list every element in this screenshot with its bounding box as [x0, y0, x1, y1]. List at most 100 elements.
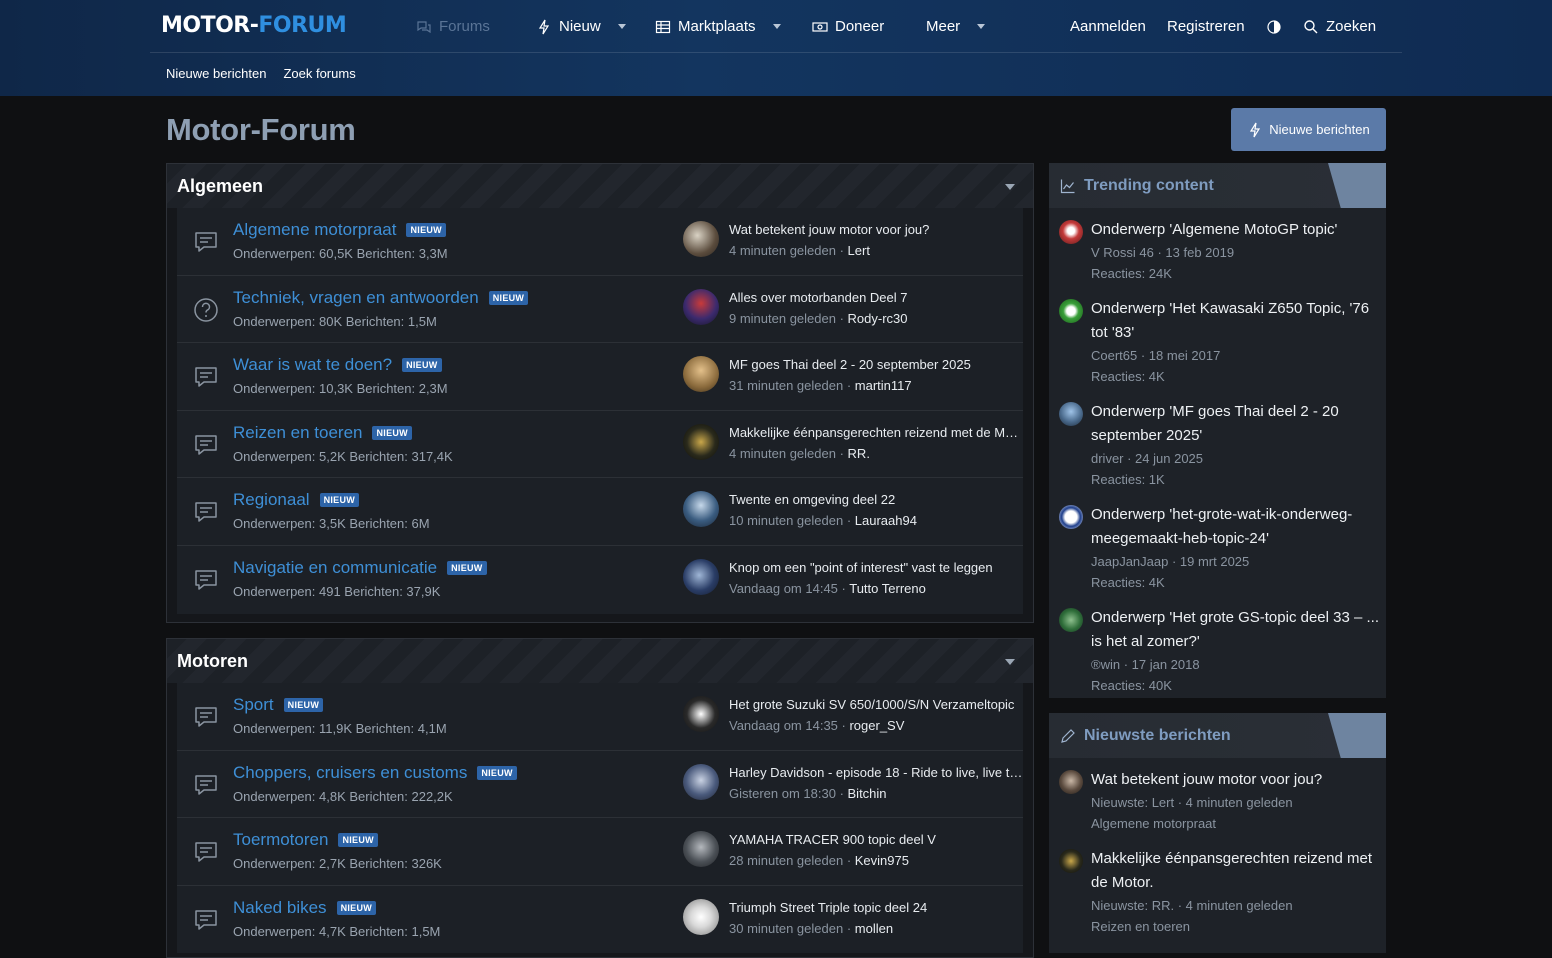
last-post-title[interactable]: Alles over motorbanden Deel 7	[729, 290, 1024, 305]
new-posts-button[interactable]: Nieuwe berichten	[1231, 108, 1386, 151]
last-post-meta: Vandaag om 14:45 · Tutto Terreno	[729, 580, 926, 596]
latest-item-meta: Nieuwste: RR. · 4 minuten geleden	[1091, 898, 1293, 913]
node-title-row: Techniek, vragen en antwoorden NIEUW	[233, 288, 529, 308]
chat-icon	[193, 499, 219, 525]
nav-new[interactable]: Nieuw	[536, 0, 626, 53]
register-link[interactable]: Registreren	[1167, 0, 1245, 53]
node-title-link[interactable]: Reizen en toeren	[233, 423, 362, 443]
avatar[interactable]	[683, 696, 719, 732]
table-icon	[655, 20, 671, 33]
node-title-link[interactable]: Algemene motorpraat	[233, 220, 396, 240]
chevron-down-icon[interactable]	[977, 24, 986, 29]
last-post-time[interactable]: 28 minuten geleden	[729, 853, 843, 868]
last-post-user[interactable]: Tutto Terreno	[849, 581, 926, 596]
last-post-user[interactable]: Lauraah94	[855, 513, 917, 528]
last-post-user[interactable]: Rody-rc30	[848, 311, 908, 326]
last-post-time[interactable]: 10 minuten geleden	[729, 513, 843, 528]
last-post-title[interactable]: Knop om een "point of interest" vast te …	[729, 560, 1024, 575]
trending-item-title[interactable]: Onderwerp 'Algemene MotoGP topic'	[1091, 218, 1381, 242]
avatar[interactable]	[683, 831, 719, 868]
last-post-user[interactable]: RR.	[848, 446, 870, 461]
category-title[interactable]: Algemeen	[177, 176, 263, 197]
new-badge: NIEUW	[402, 358, 442, 373]
last-post-user[interactable]: roger_SV	[849, 718, 904, 733]
avatar[interactable]	[1059, 299, 1083, 323]
site-logo[interactable]: MOTOR-FORUM	[161, 13, 347, 38]
avatar[interactable]	[1059, 770, 1083, 794]
last-post-title[interactable]: Makkelijke éénpansgerechten reizend met …	[729, 425, 1024, 440]
collapse-icon[interactable]	[1005, 184, 1015, 190]
collapse-icon[interactable]	[1005, 659, 1015, 665]
avatar[interactable]	[683, 898, 719, 935]
node-title-link[interactable]: Toermotoren	[233, 830, 328, 850]
avatar[interactable]	[1059, 505, 1083, 529]
avatar[interactable]	[683, 763, 719, 800]
last-post-time[interactable]: Vandaag om 14:35	[729, 718, 838, 733]
trending-item-title[interactable]: Onderwerp 'MF goes Thai deel 2 - 20 sept…	[1091, 400, 1381, 448]
avatar[interactable]	[683, 558, 719, 595]
avatar[interactable]	[683, 491, 719, 528]
avatar[interactable]	[683, 423, 719, 460]
nav-donate[interactable]: Doneer	[812, 0, 884, 53]
last-post-title[interactable]: Twente en omgeving deel 22	[729, 492, 1024, 507]
latest-item-forum[interactable]: Algemene motorpraat	[1091, 814, 1216, 834]
chat-bubbles-icon	[417, 20, 431, 33]
last-post-title[interactable]: MF goes Thai deel 2 - 20 september 2025	[729, 357, 1024, 372]
last-post-time[interactable]: 4 minuten geleden	[729, 446, 836, 461]
last-post-time[interactable]: 31 minuten geleden	[729, 378, 843, 393]
avatar[interactable]	[683, 288, 719, 325]
avatar[interactable]	[683, 356, 719, 393]
theme-toggle[interactable]	[1266, 0, 1282, 53]
node-title-link[interactable]: Naked bikes	[233, 898, 327, 918]
latest-item-forum[interactable]: Reizen en toeren	[1091, 917, 1190, 937]
last-post-title[interactable]: Het grote Suzuki SV 650/1000/S/N Verzame…	[729, 697, 1024, 712]
chevron-down-icon[interactable]	[772, 24, 781, 29]
last-post-user[interactable]: Kevin975	[855, 853, 909, 868]
avatar[interactable]	[683, 221, 719, 257]
chat-icon	[193, 772, 219, 798]
category-title[interactable]: Motoren	[177, 651, 248, 672]
avatar[interactable]	[1059, 220, 1083, 244]
nav-marketplace[interactable]: Marktplaats	[655, 0, 781, 53]
last-post-title[interactable]: Wat betekent jouw motor voor jou?	[729, 222, 1024, 237]
last-post-time[interactable]: Vandaag om 14:45	[729, 581, 838, 596]
node-title-link[interactable]: Techniek, vragen en antwoorden	[233, 288, 479, 308]
node-title-link[interactable]: Choppers, cruisers en customs	[233, 763, 467, 783]
latest-item-title[interactable]: Makkelijke éénpansgerechten reizend met …	[1091, 847, 1381, 895]
last-post-meta: 28 minuten geleden · Kevin975	[729, 853, 909, 869]
chat-icon	[193, 567, 219, 593]
latest-item-title[interactable]: Wat betekent jouw motor voor jou?	[1091, 768, 1381, 792]
node-title-link[interactable]: Regionaal	[233, 490, 310, 510]
trending-item-title[interactable]: Onderwerp 'het-grote-wat-ik-onderweg-mee…	[1091, 503, 1381, 551]
node-title-row: Reizen en toeren NIEUW	[233, 423, 412, 443]
last-post-user[interactable]: Lert	[848, 243, 870, 258]
new-badge: NIEUW	[372, 425, 412, 440]
node-title-link[interactable]: Waar is wat te doen?	[233, 355, 392, 375]
last-post-time[interactable]: 9 minuten geleden	[729, 311, 836, 326]
search-link[interactable]: Zoeken	[1303, 0, 1376, 53]
nav-more[interactable]: Meer	[926, 0, 986, 53]
last-post-meta: 4 minuten geleden · Lert	[729, 243, 870, 258]
last-post-title[interactable]: Triumph Street Triple topic deel 24	[729, 900, 1024, 915]
subnav-search-forums[interactable]: Zoek forums	[283, 66, 355, 81]
login-link[interactable]: Aanmelden	[1070, 0, 1146, 53]
avatar[interactable]	[1059, 402, 1083, 426]
last-post-user[interactable]: Bitchin	[848, 786, 887, 801]
last-post-time[interactable]: 30 minuten geleden	[729, 921, 843, 936]
node-title-link[interactable]: Sport	[233, 695, 274, 715]
forum-node: Naked bikes NIEUW Onderwerpen: 4,7K Beri…	[177, 885, 1024, 954]
avatar[interactable]	[1059, 849, 1083, 873]
trending-item-title[interactable]: Onderwerp 'Het Kawasaki Z650 Topic, '76 …	[1091, 297, 1381, 345]
last-post-time[interactable]: Gisteren om 18:30	[729, 786, 836, 801]
last-post-user[interactable]: mollen	[855, 921, 893, 936]
last-post-title[interactable]: Harley Davidson - episode 18 - Ride to l…	[729, 765, 1024, 780]
node-title-link[interactable]: Navigatie en communicatie	[233, 558, 437, 578]
last-post-user[interactable]: martin117	[855, 378, 912, 393]
trending-item-title[interactable]: Onderwerp 'Het grote GS-topic deel 33 – …	[1091, 606, 1381, 654]
chevron-down-icon[interactable]	[617, 24, 626, 29]
last-post-time[interactable]: 4 minuten geleden	[729, 243, 836, 258]
avatar[interactable]	[1059, 608, 1083, 632]
subnav-new-posts[interactable]: Nieuwe berichten	[166, 66, 266, 81]
nav-forums[interactable]: Forums	[416, 0, 490, 53]
last-post-title[interactable]: YAMAHA TRACER 900 topic deel V	[729, 832, 1024, 847]
